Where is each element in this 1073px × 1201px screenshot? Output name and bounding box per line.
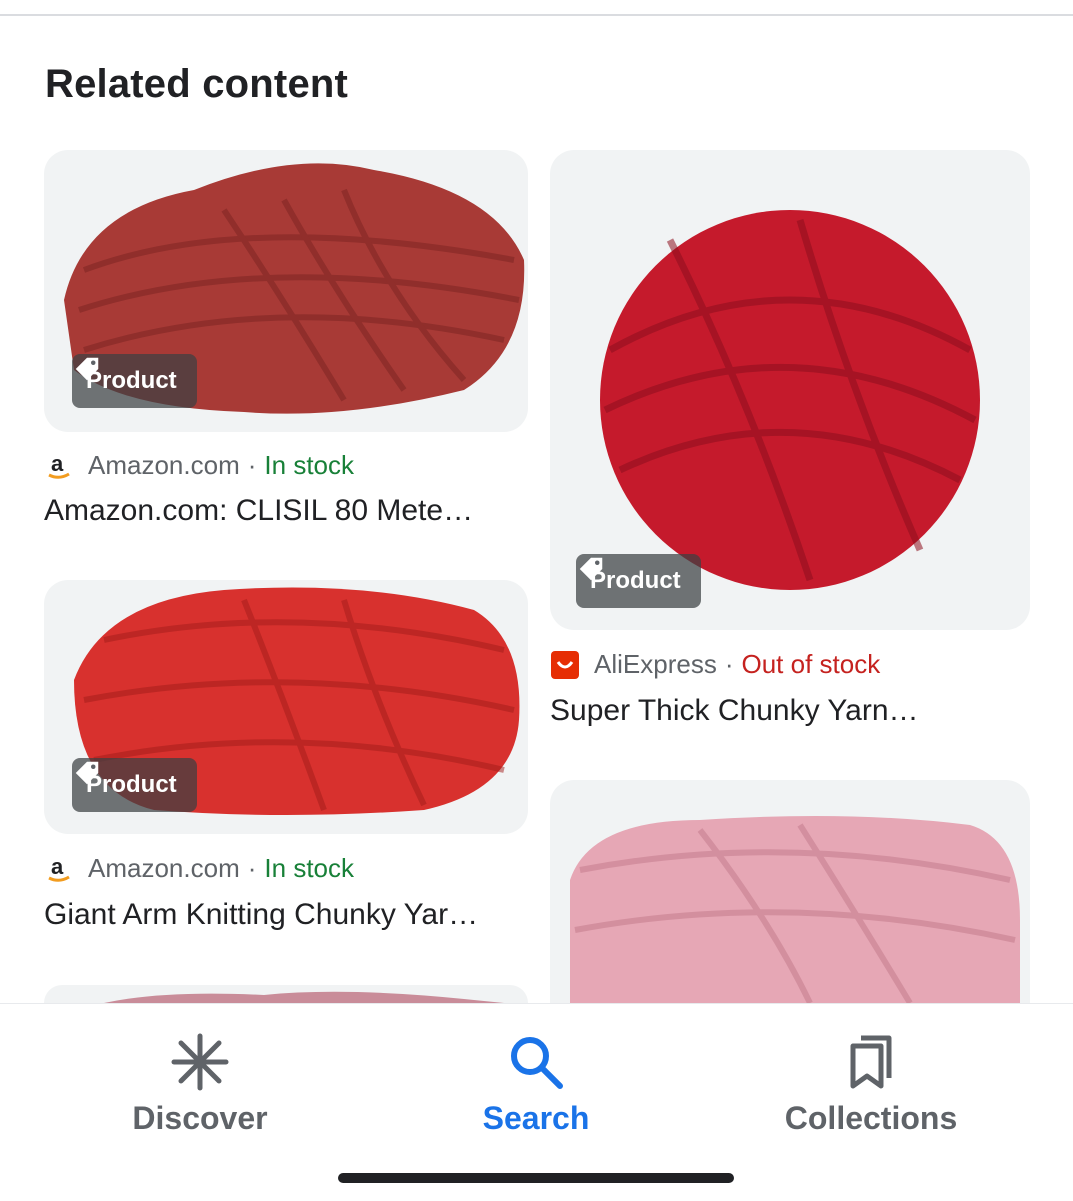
bottom-navigation: Discover Search Collections [0,1003,1073,1201]
source-name: Amazon.com [88,853,240,883]
yarn-image [570,816,1020,1003]
asterisk-icon [171,1033,229,1091]
stock-status: Out of stock [741,649,881,679]
tag-icon [75,761,99,785]
stock-status: In stock [264,450,354,480]
source-name: Amazon.com [88,450,240,480]
nav-search[interactable]: Search [386,1004,686,1164]
search-icon [511,1037,563,1089]
tag-icon [579,557,603,581]
nav-search-label: Search [482,1100,590,1136]
svg-text:a: a [51,451,64,476]
source-row: AliExpress · Out of stock [550,649,880,680]
collections-icon [850,1035,892,1089]
result-title[interactable]: Giant Arm Knitting Chunky Yar… [44,898,514,932]
nav-collections[interactable]: Collections [721,1004,1021,1164]
source-name: AliExpress [594,649,717,679]
separator: · [724,649,734,679]
nav-discover-label: Discover [132,1100,268,1136]
top-divider [0,14,1073,16]
separator: · [247,450,257,480]
result-image[interactable] [550,780,1030,1003]
amazon-icon: a [48,854,70,882]
nav-discover[interactable]: Discover [50,1004,350,1164]
result-image[interactable]: Product [550,150,1030,630]
product-chip: Product [72,354,197,408]
result-title[interactable]: Amazon.com: CLISIL 80 Mete… [44,494,514,528]
stock-status: In stock [264,853,354,883]
source-row: a Amazon.com · In stock [44,853,354,884]
svg-text:a: a [51,854,64,879]
result-title[interactable]: Super Thick Chunky Yarn… [550,694,1020,728]
result-image[interactable] [44,985,528,1003]
product-chip: Product [72,758,197,812]
amazon-icon: a [48,451,70,479]
nav-collections-label: Collections [784,1100,958,1136]
result-image[interactable]: Product [44,150,528,432]
tag-icon [75,357,99,381]
source-row: a Amazon.com · In stock [44,450,354,481]
separator: · [247,853,257,883]
section-title: Related content [45,62,349,106]
home-indicator[interactable] [338,1173,734,1183]
result-image[interactable]: Product [44,580,528,834]
aliexpress-icon [551,650,579,679]
yarn-image [104,991,504,1003]
product-chip: Product [576,554,701,608]
